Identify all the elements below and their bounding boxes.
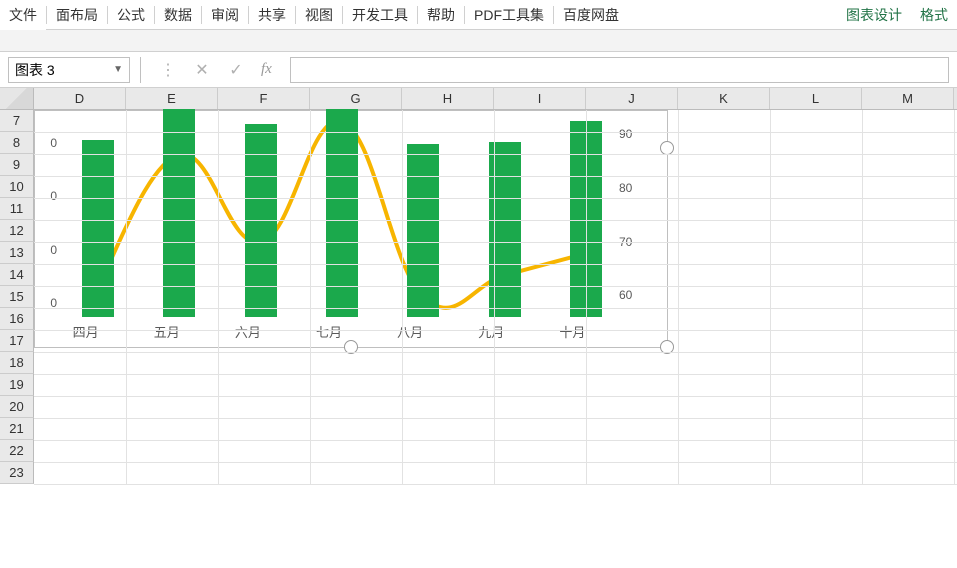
row-header[interactable]: 17 [0,330,34,352]
col-header[interactable]: M [862,88,954,109]
row-header[interactable]: 10 [0,176,34,198]
axis-tick-label: 90 [619,127,632,141]
row-header[interactable]: 19 [0,374,34,396]
col-header[interactable]: H [402,88,494,109]
col-header[interactable]: L [770,88,862,109]
row-header[interactable]: 15 [0,286,34,308]
formula-bar-row: 图表 3 ▼ ⋮ ✕ ✓ fx [0,52,957,88]
tab-review[interactable]: 审阅 [202,0,248,30]
row-header[interactable]: 22 [0,440,34,462]
x-tick-label: 七月 [288,322,369,341]
cells-area[interactable]: 0 0 0 0 90 80 70 60 四月五月六月七月八月九月十月 [34,110,957,510]
tab-pagelayout[interactable]: 面布局 [47,0,107,30]
x-tick-label: 四月 [45,322,126,341]
resize-handle-right[interactable] [660,141,674,155]
column-headers: D E F G H I J K L M [0,88,957,110]
row-header[interactable]: 8 [0,132,34,154]
row-header[interactable]: 12 [0,220,34,242]
tab-share[interactable]: 共享 [249,0,295,30]
row-header[interactable]: 21 [0,418,34,440]
row-header[interactable]: 18 [0,352,34,374]
col-header[interactable]: J [586,88,678,109]
tab-baidunetdisk[interactable]: 百度网盘 [554,0,628,30]
x-tick-label: 十月 [532,322,613,341]
sheet-area: D E F G H I J K L M 78910111213141516171… [0,88,957,568]
chart-object[interactable]: 0 0 0 0 90 80 70 60 四月五月六月七月八月九月十月 [34,110,668,348]
axis-tick-label: 80 [619,181,632,195]
row-header[interactable]: 14 [0,264,34,286]
row-headers: 7891011121314151617181920212223 [0,110,34,510]
col-header[interactable]: F [218,88,310,109]
row-header[interactable]: 23 [0,462,34,484]
col-header[interactable]: E [126,88,218,109]
select-all-corner[interactable] [0,88,34,109]
col-header[interactable]: D [34,88,126,109]
accept-icon[interactable]: ✓ [227,60,245,80]
tab-pdftools[interactable]: PDF工具集 [465,0,553,30]
tab-file[interactable]: 文件 [0,0,46,30]
row-header[interactable]: 11 [0,198,34,220]
formula-buttons: ⋮ ✕ ✓ fx [151,60,280,80]
x-axis-labels: 四月五月六月七月八月九月十月 [45,322,613,341]
col-header[interactable]: G [310,88,402,109]
bar[interactable] [82,140,114,317]
chevron-down-icon[interactable]: ▼ [113,64,123,75]
tab-view[interactable]: 视图 [296,0,342,30]
tab-developer[interactable]: 开发工具 [343,0,417,30]
x-tick-label: 八月 [370,322,451,341]
tab-chartdesign[interactable]: 图表设计 [837,0,911,30]
formula-input[interactable] [290,57,949,83]
bar[interactable] [407,144,439,317]
x-tick-label: 九月 [451,322,532,341]
x-tick-label: 六月 [207,322,288,341]
row-header[interactable]: 7 [0,110,34,132]
row-header[interactable]: 13 [0,242,34,264]
tab-formulas[interactable]: 公式 [108,0,154,30]
tab-data[interactable]: 数据 [155,0,201,30]
col-header[interactable]: I [494,88,586,109]
name-box[interactable]: 图表 3 ▼ [8,57,130,83]
row-header[interactable]: 9 [0,154,34,176]
row-header[interactable]: 20 [0,396,34,418]
x-tick-label: 五月 [126,322,207,341]
ribbon-body [0,30,957,52]
tab-format[interactable]: 格式 [911,0,957,30]
name-box-value: 图表 3 [15,60,55,80]
tab-help[interactable]: 帮助 [418,0,464,30]
row-header[interactable]: 16 [0,308,34,330]
ribbon-tabs: 文件 面布局 公式 数据 审阅 共享 视图 开发工具 帮助 PDF工具集 百度网… [0,0,957,30]
dots-icon[interactable]: ⋮ [159,60,177,80]
axis-tick-label: 60 [619,288,632,302]
divider [140,57,141,83]
cancel-icon[interactable]: ✕ [193,60,211,80]
col-header[interactable]: K [678,88,770,109]
fx-icon[interactable]: fx [261,61,272,78]
